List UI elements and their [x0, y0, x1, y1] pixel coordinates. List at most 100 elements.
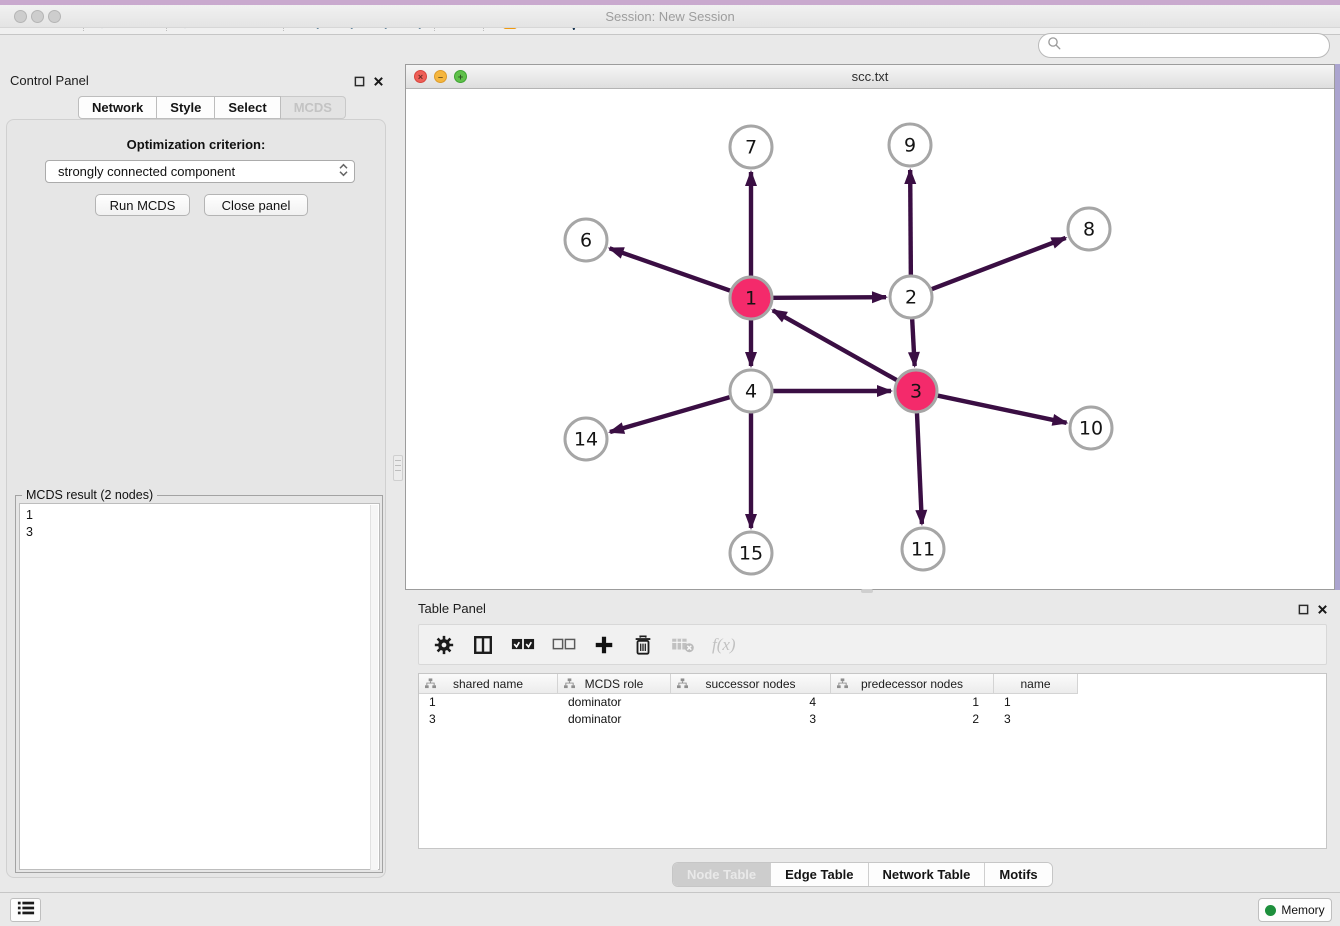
delete-entry-icon[interactable] [632, 634, 654, 656]
table-row-2[interactable]: 3dominator323 [419, 711, 1326, 728]
table-panel-title: Table Panel [418, 601, 486, 616]
network-graph-canvas[interactable]: 7 9 6 8 1 2 4 3 14 10 15 11 [406, 89, 1334, 589]
node-label: 11 [911, 539, 935, 561]
column-header-successor-nodes[interactable]: successor nodes [671, 674, 831, 694]
tab-mcds[interactable]: MCDS [281, 96, 346, 119]
column-header-MCDS-role[interactable]: MCDS role [558, 674, 671, 694]
result-scrollbar[interactable] [370, 505, 378, 870]
node-label: 7 [745, 137, 757, 159]
search-box[interactable] [1038, 33, 1330, 58]
columns-icon[interactable] [472, 634, 494, 656]
cell[interactable]: dominator [558, 694, 671, 711]
float-panel-icon[interactable] [1298, 602, 1309, 620]
sort-hierarchy-icon [424, 678, 437, 692]
column-label: successor nodes [705, 677, 795, 691]
cell[interactable]: 1 [994, 694, 1078, 711]
close-panel-button[interactable]: Close panel [204, 194, 308, 216]
optimization-criterion-label: Optimization criterion: [7, 137, 385, 152]
column-header-shared-name[interactable]: shared name [419, 674, 558, 694]
tab-motifs[interactable]: Motifs [984, 863, 1051, 886]
graph-node-4[interactable]: 4 [730, 370, 772, 412]
table-header-row: shared name MCDS role successor nodes prede… [419, 674, 1326, 694]
graph-node-9[interactable]: 9 [889, 124, 931, 166]
edge-3-10[interactable] [938, 396, 1067, 423]
close-panel-icon[interactable] [1317, 602, 1328, 620]
mcds-result-box[interactable]: 1 3 [19, 503, 380, 870]
graph-node-6[interactable]: 6 [565, 219, 607, 261]
edge-4-14[interactable] [610, 397, 730, 432]
graph-node-7[interactable]: 7 [730, 126, 772, 168]
graph-node-11[interactable]: 11 [902, 528, 944, 570]
task-history-button[interactable] [10, 898, 41, 922]
node-label: 2 [905, 287, 917, 309]
sort-hierarchy-icon [836, 678, 849, 692]
node-label: 15 [739, 543, 763, 565]
add-entry-icon[interactable] [593, 634, 615, 656]
memory-button[interactable]: Memory [1258, 898, 1332, 922]
column-header-predecessor-nodes[interactable]: predecessor nodes [831, 674, 994, 694]
graph-node-14[interactable]: 14 [565, 418, 607, 460]
cell[interactable]: 2 [831, 711, 994, 728]
status-bar: Memory [0, 892, 1340, 926]
cell[interactable]: 4 [671, 694, 831, 711]
edge-1-2[interactable] [773, 297, 886, 298]
node-table: shared name MCDS role successor nodes prede… [418, 673, 1327, 849]
graph-node-15[interactable]: 15 [730, 532, 772, 574]
column-header-name[interactable]: name [994, 674, 1078, 694]
app-titlebar: Session: New Session [0, 5, 1340, 28]
cell[interactable]: dominator [558, 711, 671, 728]
edge-3-11[interactable] [917, 413, 922, 524]
mcds-panel: Optimization criterion: strongly connect… [6, 119, 386, 878]
node-label: 9 [904, 135, 916, 157]
column-label: name [1020, 677, 1050, 691]
table-panel: Table Panel f(x) shared name MCDS role suc… [405, 595, 1340, 890]
list-icon [15, 899, 37, 922]
table-row-1[interactable]: 1dominator411 [419, 694, 1326, 711]
tab-network-table[interactable]: Network Table [868, 863, 985, 886]
search-input[interactable] [1067, 38, 1317, 53]
edge-2-3[interactable] [912, 319, 915, 366]
gear-icon[interactable] [433, 634, 455, 656]
node-label: 1 [745, 288, 757, 310]
control-panel-tabs: NetworkStyleSelectMCDS [78, 96, 346, 119]
cell[interactable]: 1 [831, 694, 994, 711]
criterion-dropdown[interactable]: strongly connected component [45, 160, 355, 183]
cell[interactable]: 3 [419, 711, 558, 728]
panel-splitter-handle[interactable] [393, 455, 403, 481]
node-label: 3 [910, 381, 922, 403]
run-mcds-button[interactable]: Run MCDS [95, 194, 190, 216]
edge-3-1[interactable] [773, 310, 897, 380]
graph-node-10[interactable]: 10 [1070, 407, 1112, 449]
graph-node-2[interactable]: 2 [890, 276, 932, 318]
horizontal-splitter-handle[interactable] [861, 589, 873, 593]
function-builder-icon: f(x) [712, 635, 736, 655]
tab-network[interactable]: Network [78, 96, 157, 119]
deselect-all-icon[interactable] [552, 638, 576, 651]
sort-hierarchy-icon [676, 678, 689, 692]
graph-node-3[interactable]: 3 [895, 370, 937, 412]
cell[interactable]: 3 [671, 711, 831, 728]
edge-2-9[interactable] [910, 170, 911, 275]
node-label: 14 [574, 429, 598, 451]
edge-2-8[interactable] [932, 238, 1066, 289]
graph-node-1[interactable]: 1 [730, 277, 772, 319]
criterion-value: strongly connected component [58, 164, 235, 179]
column-label: shared name [453, 677, 523, 691]
edge-1-6[interactable] [610, 248, 731, 290]
graph-node-8[interactable]: 8 [1068, 208, 1110, 250]
close-panel-icon[interactable] [373, 74, 384, 92]
background-window-edge [1335, 64, 1340, 590]
sort-hierarchy-icon [563, 678, 576, 692]
tab-select[interactable]: Select [215, 96, 280, 119]
delete-table-icon [671, 636, 695, 654]
tab-style[interactable]: Style [157, 96, 215, 119]
tab-edge-table[interactable]: Edge Table [770, 863, 867, 886]
memory-label: Memory [1281, 903, 1324, 917]
cell[interactable]: 3 [994, 711, 1078, 728]
column-label: predecessor nodes [861, 677, 963, 691]
control-panel-header: Control Panel [0, 68, 392, 94]
cell[interactable]: 1 [419, 694, 558, 711]
float-panel-icon[interactable] [354, 74, 365, 92]
select-all-icon[interactable] [511, 638, 535, 651]
tab-node-table[interactable]: Node Table [673, 863, 770, 886]
